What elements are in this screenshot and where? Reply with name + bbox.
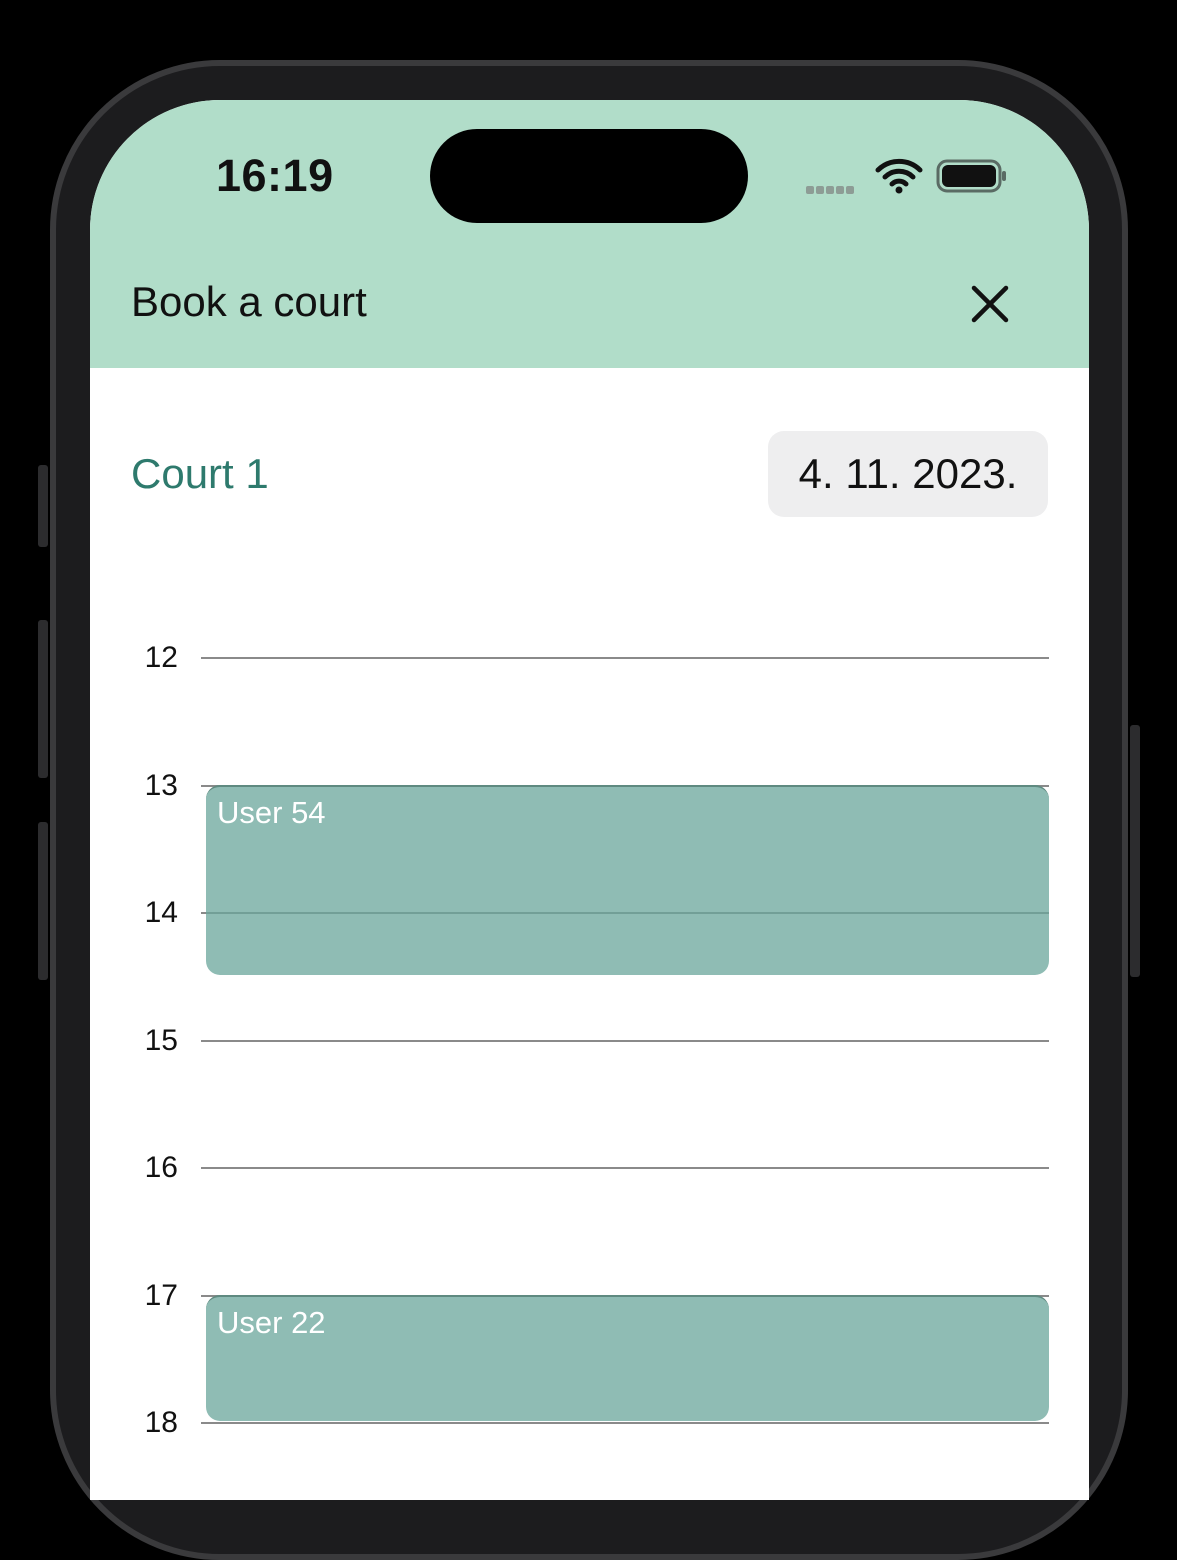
hour-label: 14: [144, 896, 178, 929]
app-screen: 16:19 Book a court Court 1 4. 11. 2023. …: [90, 100, 1089, 1500]
hour-label: 15: [144, 1023, 178, 1057]
hour-label: 18: [144, 1406, 178, 1439]
hour-label: 12: [144, 641, 178, 674]
hour-line: [201, 1039, 1049, 1042]
hour-line: [201, 1167, 1049, 1169]
volume-down-button: [38, 822, 48, 980]
hour-label: 16: [144, 1151, 178, 1184]
action-button: [38, 465, 48, 547]
power-button: [1130, 725, 1140, 977]
day-schedule[interactable]: 12 13 14 15 16 17 18 User 54 User 22: [90, 100, 1089, 1500]
hour-label: 17: [144, 1278, 178, 1312]
booking-block[interactable]: User 22: [206, 1294, 1049, 1421]
hour-label: 13: [144, 768, 178, 802]
booking-block[interactable]: User 54: [206, 784, 1049, 975]
volume-up-button: [38, 620, 48, 778]
booking-user-label: User 22: [217, 1304, 326, 1340]
hour-line: [201, 657, 1049, 659]
booking-user-label: User 54: [217, 794, 326, 830]
hour-line: [201, 1422, 1049, 1424]
